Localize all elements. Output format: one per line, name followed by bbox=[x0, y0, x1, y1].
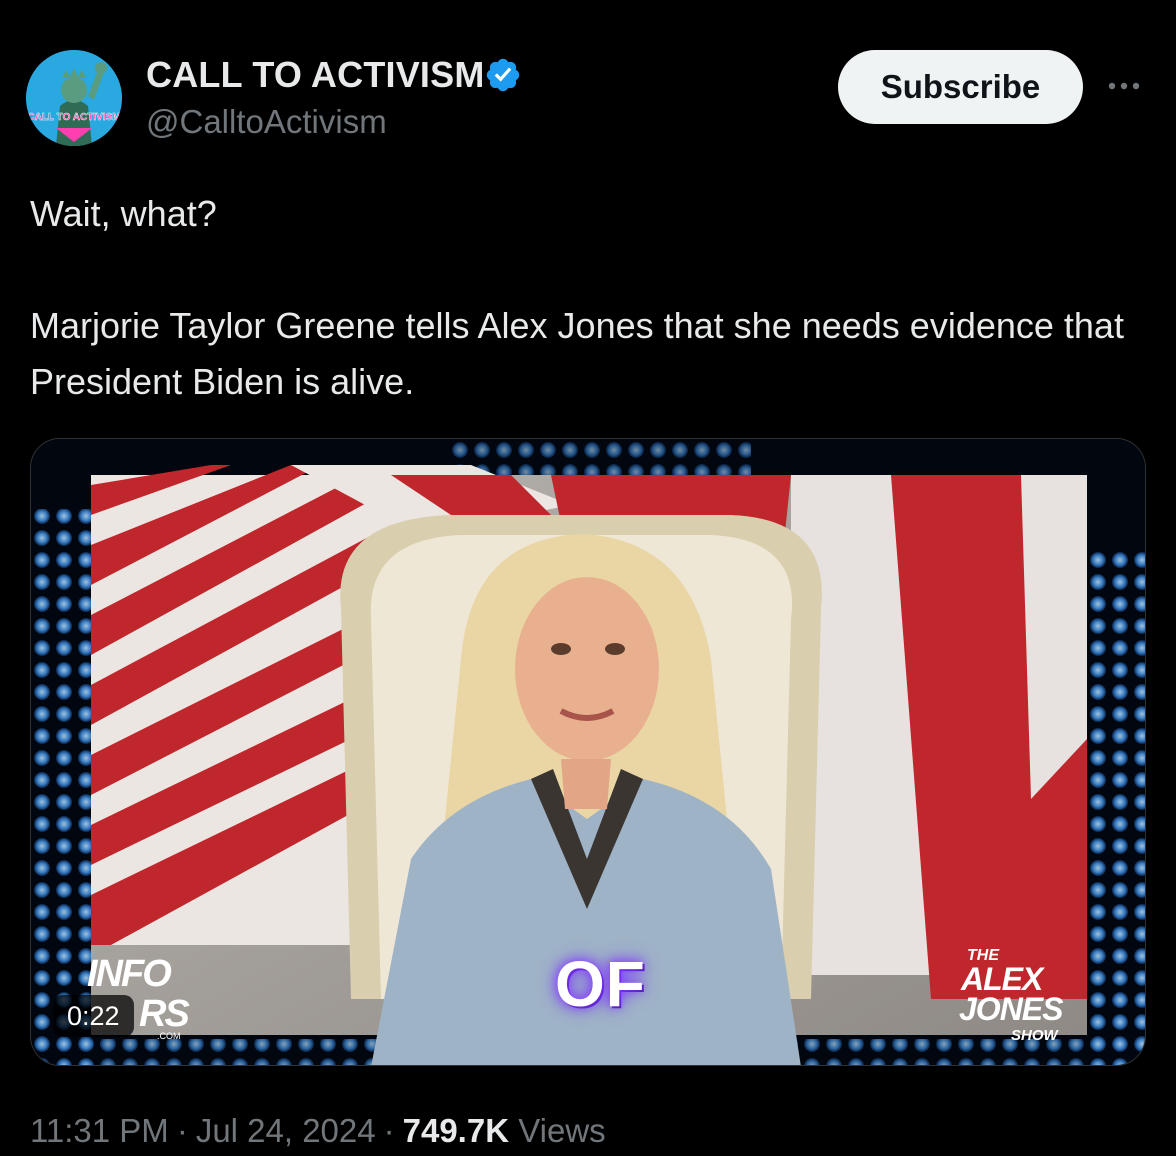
infowars-logo-dotcom: .COM bbox=[157, 1031, 181, 1041]
avatar-image: CALL TO ACTIVISM bbox=[26, 50, 122, 146]
tweet-paragraph: Marjorie Taylor Greene tells Alex Jones … bbox=[30, 305, 1124, 402]
infowars-logo-line1: INFO bbox=[87, 953, 172, 995]
subscribe-button[interactable]: Subscribe bbox=[838, 50, 1083, 124]
tweet-date[interactable]: Jul 24, 2024 bbox=[196, 1112, 376, 1149]
verified-badge-icon[interactable] bbox=[484, 56, 522, 94]
video-duration: 0:22 bbox=[53, 995, 134, 1037]
alex-jones-show-logo: THE ALEX JONES SHOW bbox=[951, 947, 1091, 1047]
avatar[interactable]: CALL TO ACTIVISM bbox=[26, 50, 122, 146]
display-name[interactable]: CALL TO ACTIVISM bbox=[146, 54, 485, 96]
video-player[interactable]: INFO RS .COM OF THE ALEX JONES SHOW 0:22 bbox=[30, 438, 1146, 1066]
tweet-meta: 11:31 PM · Jul 24, 2024 · 749.7K Views bbox=[30, 1112, 606, 1150]
separator-dot: · bbox=[383, 1112, 395, 1149]
logo-show: SHOW bbox=[1011, 1027, 1058, 1044]
video-caption: OF bbox=[555, 948, 646, 1020]
avatar-text: CALL TO ACTIVISM bbox=[27, 112, 120, 123]
more-horizontal-icon[interactable] bbox=[1104, 74, 1144, 98]
tweet-text: Wait, what? Marjorie Taylor Greene tells… bbox=[30, 186, 1140, 410]
logo-jones: JONES bbox=[959, 991, 1063, 1027]
views-label: Views bbox=[518, 1112, 606, 1149]
infowars-logo-line2: RS bbox=[139, 993, 190, 1035]
tweet-time[interactable]: 11:31 PM bbox=[30, 1112, 169, 1149]
separator-dot: · bbox=[176, 1112, 188, 1149]
tweet-paragraph: Wait, what? bbox=[30, 193, 217, 234]
views-count[interactable]: 749.7K bbox=[403, 1112, 509, 1149]
author-handle[interactable]: @CalltoActivism bbox=[146, 103, 387, 141]
